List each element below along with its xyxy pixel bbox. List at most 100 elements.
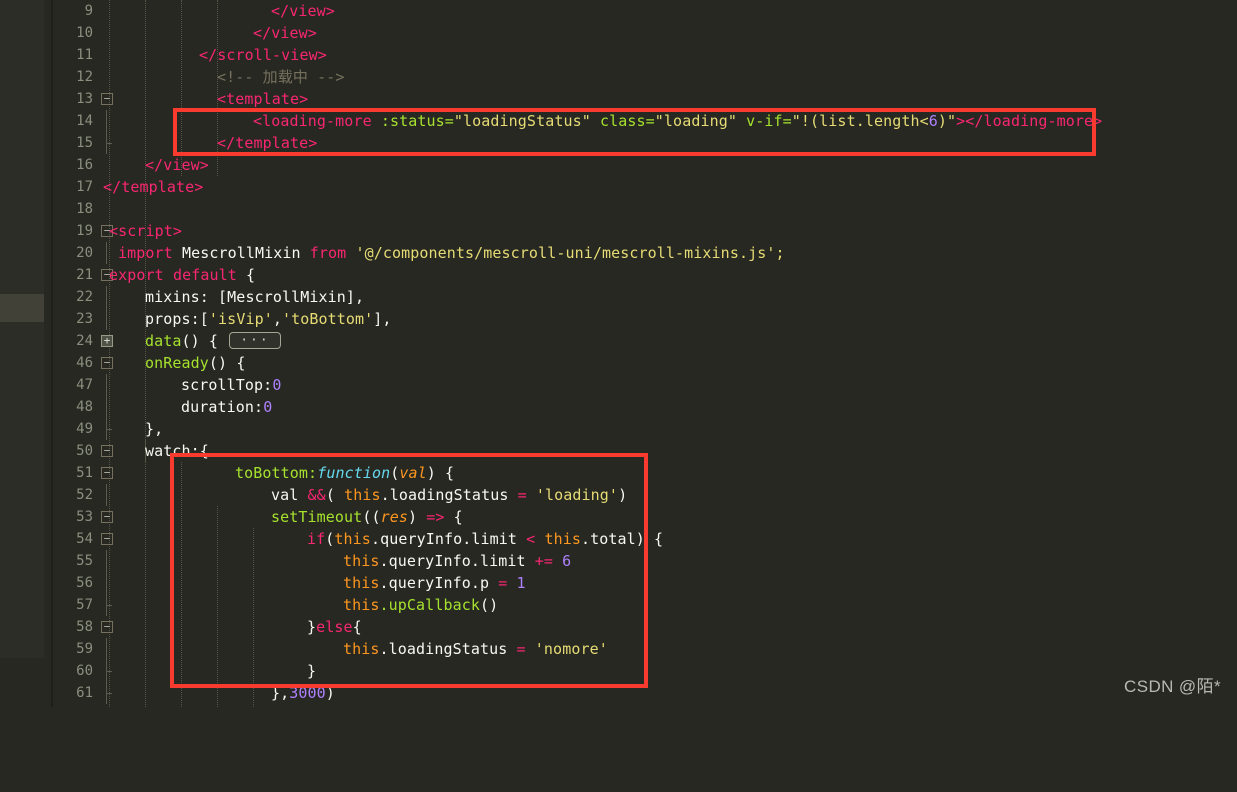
code-line[interactable]: 15 </template> <box>53 132 1237 154</box>
editor-overview-strip[interactable] <box>0 0 44 658</box>
token-number: 6 <box>928 112 938 130</box>
code-line[interactable]: 46 − onReady() { <box>53 352 1237 374</box>
code-line[interactable]: 53 − setTimeout((res) => { <box>53 506 1237 528</box>
line-number: 18 <box>76 201 93 217</box>
token-attr: class= <box>600 112 655 130</box>
code-editor-screenshot: 9 </view> 10 </view> 11 </scroll-view> 1… <box>0 0 1237 707</box>
code-line[interactable]: 52 val &&( this.loadingStatus = 'loading… <box>53 484 1237 506</box>
token-string: )" <box>937 112 957 130</box>
line-content: val &&( this.loadingStatus = 'loading') <box>271 484 627 506</box>
line-number: 47 <box>76 377 93 393</box>
token-operator: += <box>534 552 554 570</box>
code-line[interactable]: 16 </view> <box>53 154 1237 176</box>
token-property: .loadingStatus <box>380 486 509 504</box>
code-line[interactable]: 12 <!-- 加载中 --> <box>53 66 1237 88</box>
code-line[interactable]: 60 } <box>53 660 1237 682</box>
line-content: mixins: [MescrollMixin], <box>145 286 364 308</box>
line-content: scrollTop:0 <box>181 374 281 396</box>
fold-collapse-icon[interactable]: − <box>101 621 113 633</box>
code-line[interactable]: 11 </scroll-view> <box>53 44 1237 66</box>
token-operator: = <box>517 486 527 504</box>
token-punctuation: }, <box>145 420 164 438</box>
token-punctuation: ) { <box>426 464 455 482</box>
line-content: },3000) <box>271 682 335 704</box>
line-content: watch:{ <box>145 440 209 462</box>
fold-guide <box>106 286 107 308</box>
token-property: .queryInfo.p <box>379 574 490 592</box>
token-parameter: res <box>380 508 408 526</box>
token-keyword: if <box>307 530 326 548</box>
code-line[interactable]: 13 − <template> <box>53 88 1237 110</box>
code-line[interactable]: 51 − toBottom:function(val) { <box>53 462 1237 484</box>
fold-guide <box>106 110 107 132</box>
line-number: 21 <box>76 267 93 283</box>
line-number: 9 <box>84 3 93 19</box>
line-number: 14 <box>76 113 93 129</box>
fold-collapse-icon[interactable]: − <box>101 467 113 479</box>
token-keyword: default <box>172 266 237 284</box>
fold-expand-icon[interactable]: + <box>101 335 113 347</box>
fold-guide <box>106 396 107 418</box>
fold-guide <box>106 638 107 660</box>
token-property: .queryInfo.limit <box>370 530 518 548</box>
code-line[interactable]: 48 duration:0 <box>53 396 1237 418</box>
collapsed-code-placeholder[interactable]: ··· <box>229 332 281 349</box>
code-line[interactable]: 9 </view> <box>53 0 1237 22</box>
token-tag: <template> <box>217 90 309 108</box>
code-line[interactable]: 54 − if(this.queryInfo.limit < this.tota… <box>53 528 1237 550</box>
code-line[interactable]: 14 <loading-more :status="loadingStatus"… <box>53 110 1237 132</box>
line-content: </view> <box>271 0 335 22</box>
code-line[interactable]: 59 this.loadingStatus = 'nomore' <box>53 638 1237 660</box>
fold-guide <box>106 484 107 506</box>
code-line[interactable]: 19 − <script> <box>53 220 1237 242</box>
line-number: 49 <box>76 421 93 437</box>
line-content: </view> <box>253 22 317 44</box>
line-number: 22 <box>76 289 93 305</box>
code-line[interactable]: 56 this.queryInfo.p = 1 <box>53 572 1237 594</box>
code-line[interactable]: 55 this.queryInfo.limit += 6 <box>53 550 1237 572</box>
line-number: 54 <box>76 531 93 547</box>
fold-collapse-icon[interactable]: − <box>101 533 113 545</box>
token-number: 6 <box>562 552 572 570</box>
token-property: duration: <box>181 398 264 416</box>
token-this: this <box>343 574 380 592</box>
token-number: 3000 <box>289 684 326 702</box>
line-number: 11 <box>76 47 93 63</box>
fold-collapse-icon[interactable]: − <box>101 357 113 369</box>
fold-collapse-icon[interactable]: − <box>101 93 113 105</box>
token-this: this <box>343 640 380 658</box>
token-punctuation: , <box>272 310 282 328</box>
token-tag: ></loading-more> <box>956 112 1103 130</box>
line-content: </scroll-view> <box>199 44 327 66</box>
line-content: duration:0 <box>181 396 272 418</box>
code-line[interactable]: 58 − }else{ <box>53 616 1237 638</box>
code-line[interactable]: 21 − export default { <box>53 264 1237 286</box>
token-tag: </view> <box>145 156 209 174</box>
code-line[interactable]: 22 mixins: [MescrollMixin], <box>53 286 1237 308</box>
code-line[interactable]: 23 props:['isVip','toBottom'], <box>53 308 1237 330</box>
token-punctuation: }, <box>271 684 290 702</box>
fold-collapse-icon[interactable]: − <box>101 445 113 457</box>
code-line[interactable]: 24 + data() { ··· <box>53 330 1237 352</box>
line-number: 17 <box>76 179 93 195</box>
code-line[interactable]: 61 },3000) <box>53 682 1237 704</box>
code-line[interactable]: 47 scrollTop:0 <box>53 374 1237 396</box>
code-line[interactable]: 49 }, <box>53 418 1237 440</box>
line-content: setTimeout((res) => { <box>271 506 463 528</box>
code-line[interactable]: 18 <box>53 198 1237 220</box>
code-line[interactable]: 10 </view> <box>53 22 1237 44</box>
token-keyword: export <box>109 266 164 284</box>
token-string: "loading" <box>654 112 737 130</box>
code-line[interactable]: 50 − watch:{ <box>53 440 1237 462</box>
token-string: 'nomore' <box>534 640 608 658</box>
editor-surface[interactable]: 9 </view> 10 </view> 11 </scroll-view> 1… <box>53 0 1237 707</box>
fold-collapse-icon[interactable]: − <box>101 511 113 523</box>
token-string: "loadingStatus" <box>453 112 591 130</box>
line-number: 58 <box>76 619 93 635</box>
code-area[interactable]: 9 </view> 10 </view> 11 </scroll-view> 1… <box>53 0 1237 707</box>
token-tag: </scroll-view> <box>199 46 327 64</box>
code-line[interactable]: 57 this.upCallback() <box>53 594 1237 616</box>
code-line[interactable]: 17 </template> <box>53 176 1237 198</box>
code-line[interactable]: 20 import MescrollMixin from '@/componen… <box>53 242 1237 264</box>
line-number: 61 <box>76 685 93 701</box>
